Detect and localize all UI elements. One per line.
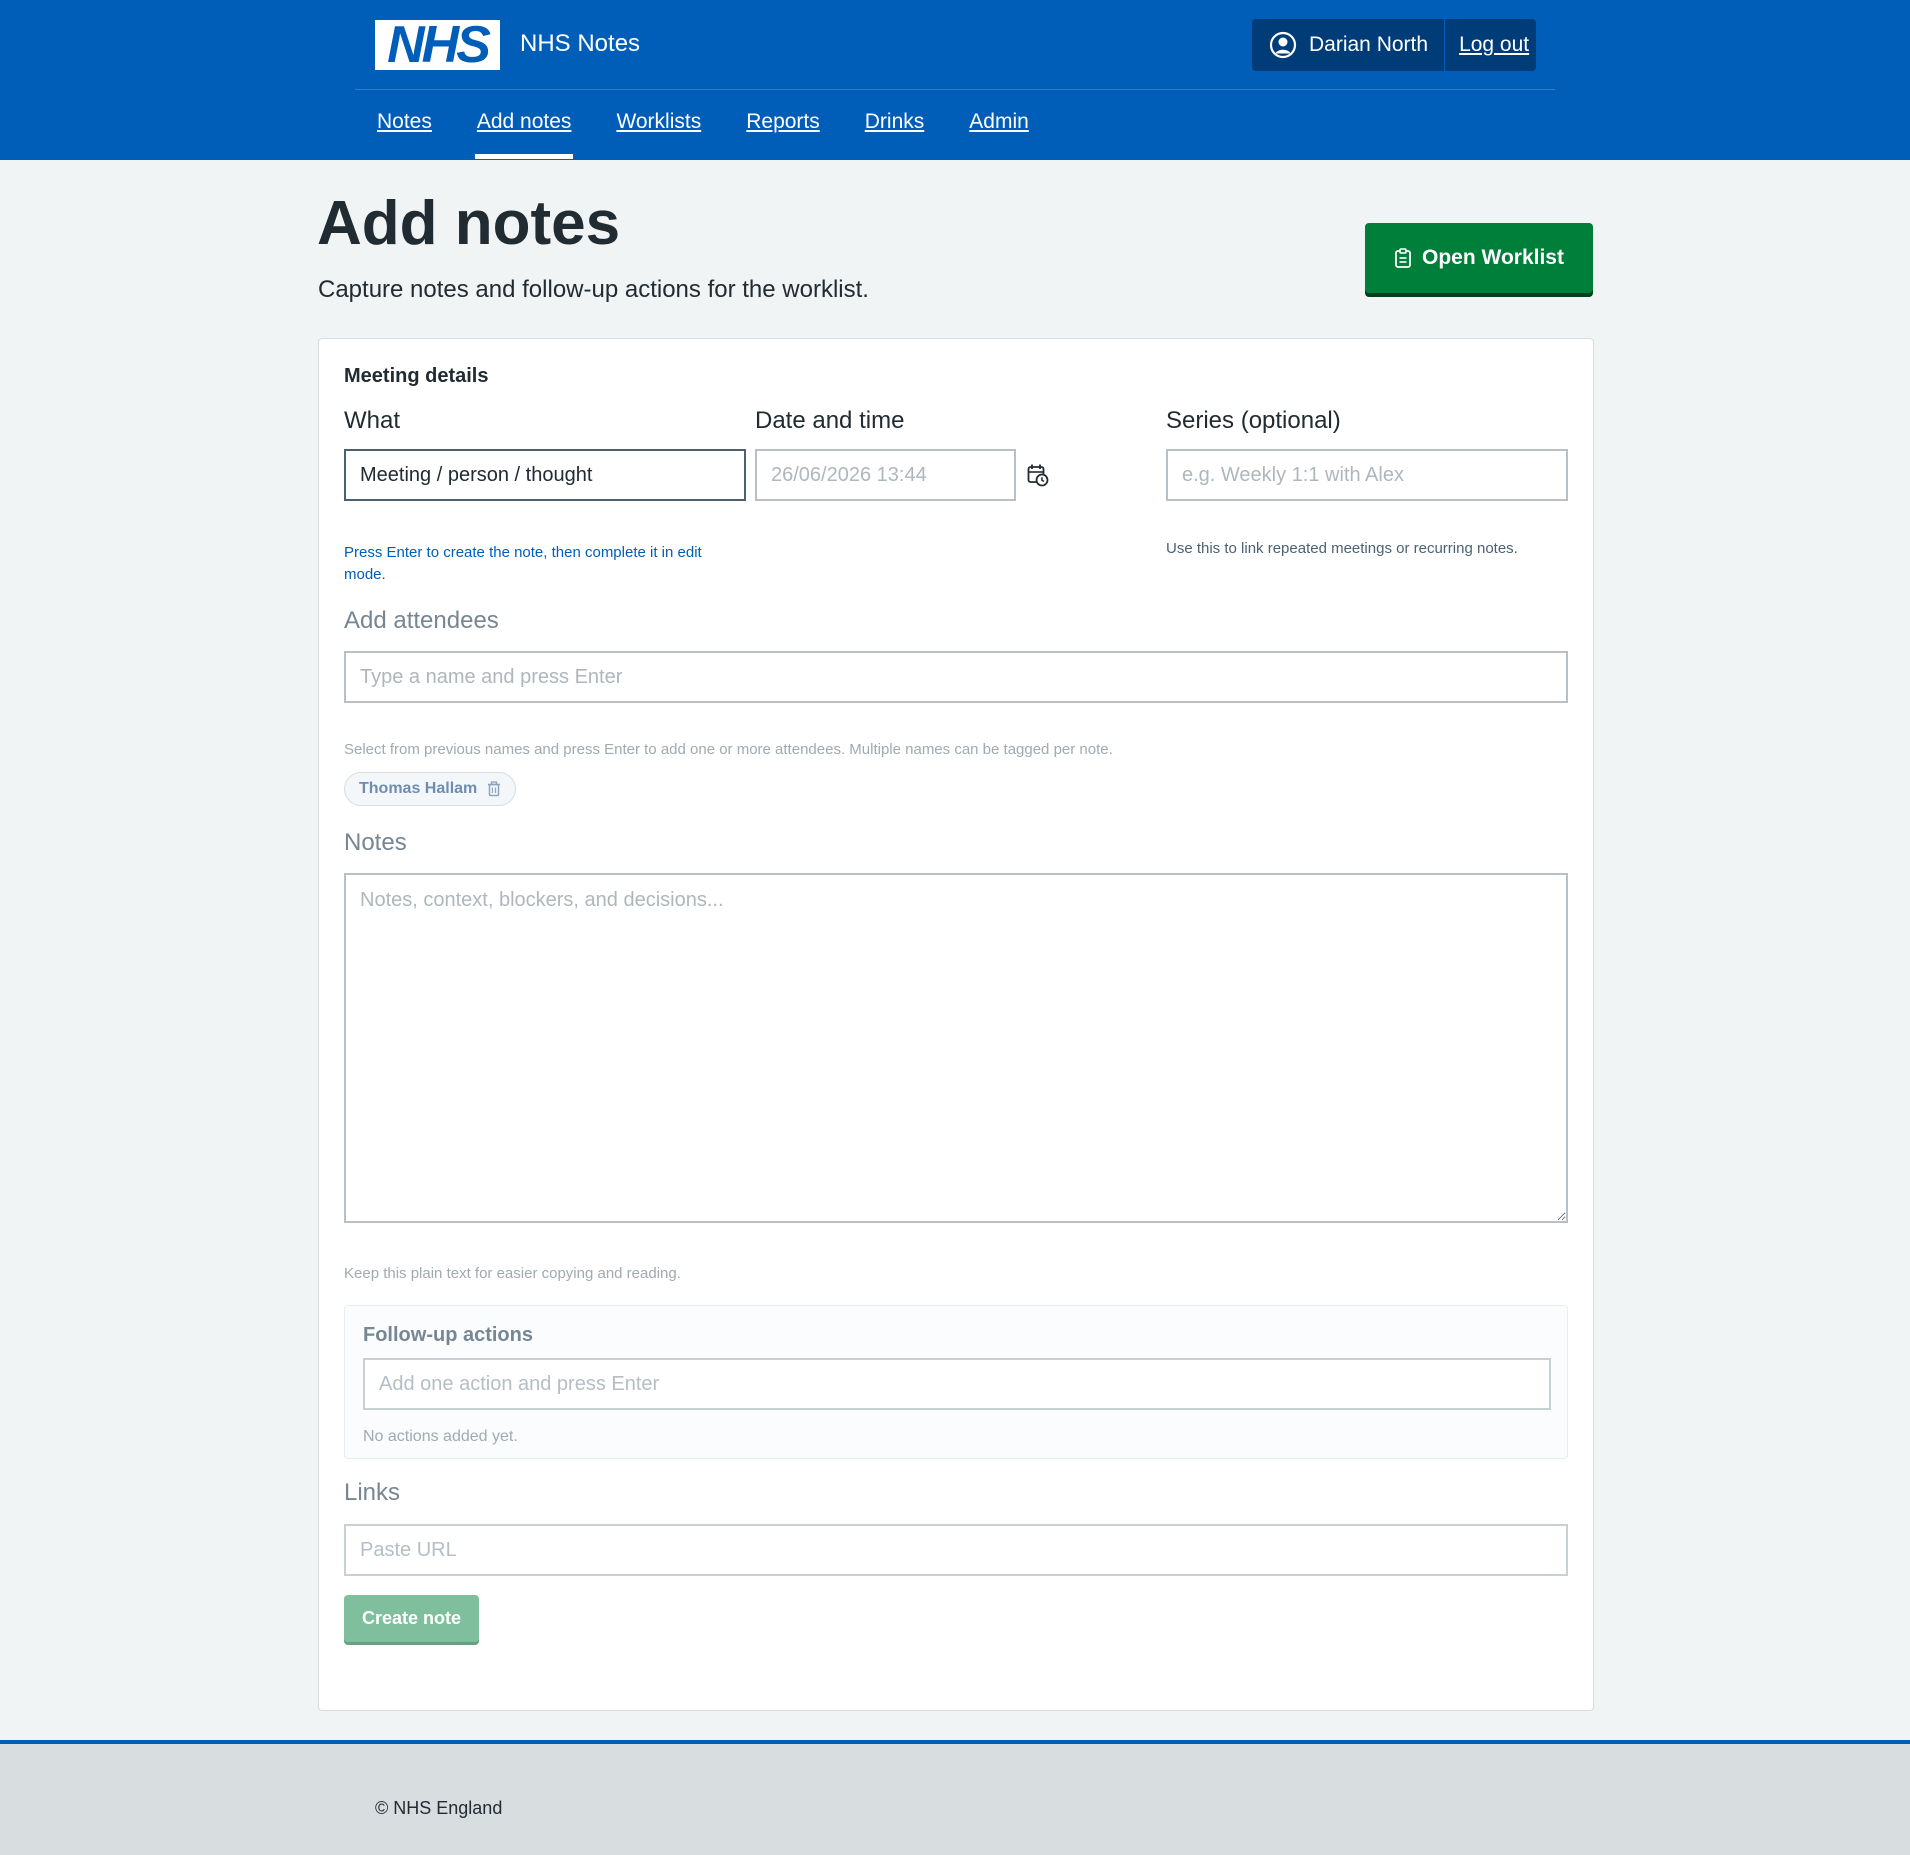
followup-panel: Follow-up actions No actions added yet. [344, 1305, 1568, 1459]
nhs-logo-text: NHS [387, 16, 491, 74]
add-note-card: Meeting details What Press Enter to crea… [318, 338, 1594, 1711]
open-worklist-button[interactable]: Open Worklist [1365, 223, 1593, 293]
followup-empty-text: No actions added yet. [363, 1428, 518, 1445]
create-note-button[interactable]: Create note [344, 1595, 479, 1642]
what-hint: Press Enter to create the note, then com… [344, 544, 702, 583]
attendees-label: Add attendees [344, 607, 499, 634]
notes-hint: Keep this plain text for easier copying … [344, 1265, 681, 1282]
clipboard-icon [1395, 248, 1411, 268]
attendees-hint: Select from previous names and press Ent… [344, 741, 1113, 758]
what-input[interactable] [344, 449, 746, 501]
user-name: Darian North [1309, 33, 1429, 56]
trash-icon[interactable] [487, 781, 501, 797]
footer-copyright: © NHS England [375, 1798, 503, 1818]
datetime-input[interactable] [755, 449, 1016, 501]
nav-item-drinks[interactable]: Drinks [865, 110, 925, 160]
attendees-input[interactable] [344, 651, 1568, 703]
page-title: Add notes [317, 189, 621, 258]
attendee-tag[interactable]: Thomas Hallam [344, 772, 517, 806]
header-divider [355, 89, 1555, 90]
nav-item-reports[interactable]: Reports [746, 110, 820, 160]
datetime-label: Date and time [755, 407, 905, 434]
series-input[interactable] [1166, 449, 1568, 501]
followup-input[interactable] [363, 1358, 1551, 1410]
site-footer: © NHS England [0, 1740, 1910, 1855]
nav-item-worklists[interactable]: Worklists [616, 110, 701, 160]
nhs-logo[interactable]: NHS [375, 16, 500, 74]
series-label: Series (optional) [1166, 407, 1341, 434]
service-name[interactable]: NHS Notes [520, 30, 640, 58]
open-worklist-label: Open Worklist [1422, 246, 1564, 269]
account-user: Darian North [1252, 19, 1446, 71]
what-label: What [344, 407, 401, 434]
user-icon [1269, 31, 1297, 59]
notes-label: Notes [344, 829, 407, 856]
links-input[interactable] [344, 1524, 1568, 1576]
logout-link[interactable]: Log out [1445, 33, 1529, 57]
meeting-details-heading: Meeting details [344, 365, 489, 387]
followup-heading: Follow-up actions [363, 1324, 533, 1346]
notes-textarea[interactable] [344, 873, 1568, 1223]
series-hint: Use this to link repeated meetings or re… [1166, 540, 1518, 557]
links-label: Links [344, 1479, 401, 1506]
calendar-clock-icon[interactable] [1027, 463, 1049, 487]
attendee-tag-label: Thomas Hallam [359, 780, 478, 797]
site-header: NHS NHS Notes Darian North Log out Notes… [0, 0, 1910, 160]
nav-item-admin[interactable]: Admin [969, 110, 1029, 160]
nav-item-add-notes[interactable]: Add notes [474, 110, 574, 160]
primary-nav: Notes Add notes Worklists Reports Drinks… [377, 110, 1074, 160]
page-lede: Capture notes and follow-up actions for … [318, 276, 869, 303]
nav-item-notes[interactable]: Notes [377, 110, 432, 160]
account-bar: Darian North Log out [1252, 19, 1536, 71]
